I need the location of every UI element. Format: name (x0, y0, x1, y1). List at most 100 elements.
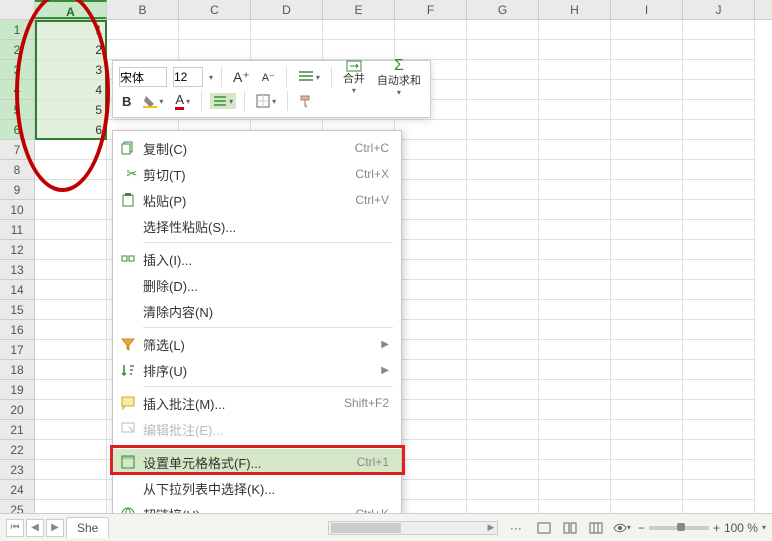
reading-mode-icon[interactable]: ▾ (612, 519, 632, 537)
cell-J23[interactable] (683, 460, 755, 480)
column-header-J[interactable]: J (683, 0, 755, 19)
cell-J4[interactable] (683, 80, 755, 100)
cell-H18[interactable] (539, 360, 611, 380)
cell-F7[interactable] (395, 140, 467, 160)
cell-J11[interactable] (683, 220, 755, 240)
font-size-combo[interactable] (173, 67, 203, 87)
menu-item-6[interactable]: 删除(D)... (113, 272, 401, 298)
cell-J18[interactable] (683, 360, 755, 380)
cell-J2[interactable] (683, 40, 755, 60)
cell-I17[interactable] (611, 340, 683, 360)
row-header-10[interactable]: 10 (0, 200, 35, 220)
cell-I19[interactable] (611, 380, 683, 400)
cell-H22[interactable] (539, 440, 611, 460)
zoom-in-button[interactable]: + (713, 521, 720, 535)
cell-I20[interactable] (611, 400, 683, 420)
autosum-button[interactable]: Σ 自动求和▾ (374, 56, 424, 99)
cell-I9[interactable] (611, 180, 683, 200)
column-header-F[interactable]: F (395, 0, 467, 19)
cell-I22[interactable] (611, 440, 683, 460)
column-header-A[interactable]: A (35, 0, 107, 19)
cell-H7[interactable] (539, 140, 611, 160)
cell-I16[interactable] (611, 320, 683, 340)
cell-A16[interactable] (35, 320, 107, 340)
cell-H17[interactable] (539, 340, 611, 360)
cell-H5[interactable] (539, 100, 611, 120)
cell-H21[interactable] (539, 420, 611, 440)
cell-B1[interactable] (107, 20, 179, 40)
row-header-3[interactable]: 3 (0, 60, 35, 80)
row-header-9[interactable]: 9 (0, 180, 35, 200)
horizontal-scrollbar[interactable]: ◀ ▶ (328, 521, 498, 535)
cell-G22[interactable] (467, 440, 539, 460)
cell-A11[interactable] (35, 220, 107, 240)
cell-A2[interactable]: 2 (35, 40, 107, 60)
cell-F23[interactable] (395, 460, 467, 480)
cell-E1[interactable] (323, 20, 395, 40)
align-button[interactable]: ▾ (210, 93, 236, 109)
cell-G17[interactable] (467, 340, 539, 360)
cell-D2[interactable] (251, 40, 323, 60)
cell-I23[interactable] (611, 460, 683, 480)
row-header-7[interactable]: 7 (0, 140, 35, 160)
cell-J22[interactable] (683, 440, 755, 460)
cell-F10[interactable] (395, 200, 467, 220)
cell-F19[interactable] (395, 380, 467, 400)
column-header-E[interactable]: E (323, 0, 395, 19)
tab-nav-prev[interactable]: ◀ (26, 519, 44, 537)
cell-I24[interactable] (611, 480, 683, 500)
cell-F1[interactable] (395, 20, 467, 40)
tab-nav-next[interactable]: ▶ (46, 519, 64, 537)
column-header-I[interactable]: I (611, 0, 683, 19)
menu-item-0[interactable]: 复制(C)Ctrl+C (113, 135, 401, 161)
cell-I5[interactable] (611, 100, 683, 120)
cell-G10[interactable] (467, 200, 539, 220)
cell-H20[interactable] (539, 400, 611, 420)
cell-F15[interactable] (395, 300, 467, 320)
cell-J3[interactable] (683, 60, 755, 80)
cell-H2[interactable] (539, 40, 611, 60)
cell-F8[interactable] (395, 160, 467, 180)
cell-I6[interactable] (611, 120, 683, 140)
row-header-6[interactable]: 6 (0, 120, 35, 140)
cell-G9[interactable] (467, 180, 539, 200)
row-header-8[interactable]: 8 (0, 160, 35, 180)
cell-H16[interactable] (539, 320, 611, 340)
cell-J13[interactable] (683, 260, 755, 280)
cell-G3[interactable] (467, 60, 539, 80)
cell-F6[interactable] (395, 120, 467, 140)
cell-J20[interactable] (683, 400, 755, 420)
cell-I11[interactable] (611, 220, 683, 240)
zoom-value[interactable]: 100 % (724, 521, 758, 535)
cell-J19[interactable] (683, 380, 755, 400)
cell-G8[interactable] (467, 160, 539, 180)
cell-F17[interactable] (395, 340, 467, 360)
cell-F12[interactable] (395, 240, 467, 260)
cell-A9[interactable] (35, 180, 107, 200)
zoom-slider[interactable] (649, 526, 709, 530)
cell-G21[interactable] (467, 420, 539, 440)
cell-G11[interactable] (467, 220, 539, 240)
cell-G6[interactable] (467, 120, 539, 140)
cell-H12[interactable] (539, 240, 611, 260)
row-header-21[interactable]: 21 (0, 420, 35, 440)
cell-J9[interactable] (683, 180, 755, 200)
cell-J12[interactable] (683, 240, 755, 260)
row-header-18[interactable]: 18 (0, 360, 35, 380)
cell-H14[interactable] (539, 280, 611, 300)
cell-H1[interactable] (539, 20, 611, 40)
row-header-12[interactable]: 12 (0, 240, 35, 260)
cell-A18[interactable] (35, 360, 107, 380)
cell-I12[interactable] (611, 240, 683, 260)
cell-I3[interactable] (611, 60, 683, 80)
column-header-H[interactable]: H (539, 0, 611, 19)
view-page-icon[interactable] (560, 519, 580, 537)
cell-I14[interactable] (611, 280, 683, 300)
cell-H6[interactable] (539, 120, 611, 140)
menu-item-7[interactable]: 清除内容(N) (113, 298, 401, 324)
fill-color-button[interactable]: ▾ (140, 92, 166, 110)
cell-I8[interactable] (611, 160, 683, 180)
cell-I18[interactable] (611, 360, 683, 380)
merge-button[interactable]: 合并▾ (340, 58, 368, 97)
cell-A19[interactable] (35, 380, 107, 400)
